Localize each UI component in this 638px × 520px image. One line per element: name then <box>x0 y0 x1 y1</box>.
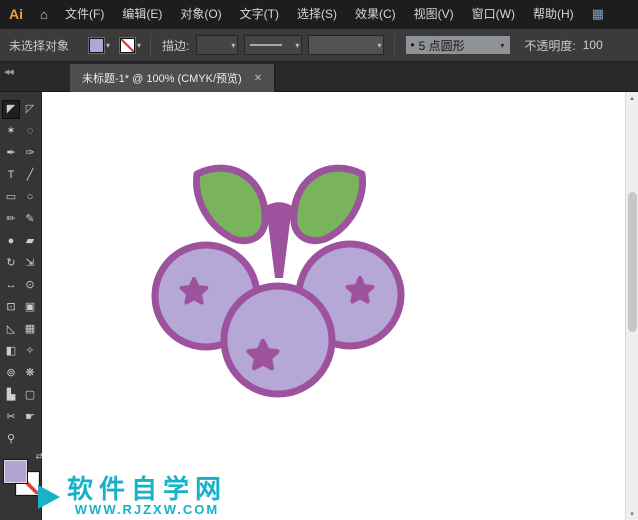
rectangle-tool[interactable]: ▭ <box>3 189 19 206</box>
berry-front[interactable] <box>220 282 336 398</box>
watermark-site-name: 软件自学网 <box>67 474 228 504</box>
pencil-tool[interactable]: ✎ <box>22 211 38 228</box>
stroke-profile-dropdown[interactable]: ▾ <box>244 35 303 55</box>
type-tool[interactable]: T <box>3 167 19 184</box>
control-bar: 未选择对象 ▾ ▾ 描边: ▾ ▾ ▾ • 5 点圆形 ▾ 不透明度: 100 <box>0 28 638 62</box>
eyedropper-tool[interactable]: ✧ <box>22 343 38 360</box>
scrollbar-thumb[interactable] <box>628 192 637 332</box>
width-tool[interactable]: ↔ <box>3 277 19 294</box>
slice-tool[interactable]: ✂ <box>3 409 19 426</box>
stroke-profile-preview <box>250 44 283 46</box>
brush-name: 5 点圆形 <box>418 38 465 53</box>
paintbrush-tool[interactable]: ✏ <box>3 211 19 228</box>
tab-bar: ◀◀ 未标题-1* @ 100% (CMYK/预览) ✕ <box>0 62 638 92</box>
menu-bar: Ai ⌂ 文件(F) 编辑(E) 对象(O) 文字(T) 选择(S) 效果(C)… <box>0 0 638 28</box>
caret-down-icon: ▾ <box>377 40 382 50</box>
caret-down-icon: ▾ <box>295 40 300 50</box>
stem <box>266 202 292 278</box>
caret-down-icon[interactable]: ▾ <box>137 41 141 50</box>
watermark-text: 软件自学网 WWW.RJZXW.COM <box>67 476 227 517</box>
selection-status: 未选择对象 <box>9 38 70 53</box>
stroke-color-swatch[interactable] <box>119 36 137 54</box>
symbol-sprayer-tool[interactable]: ❋ <box>22 365 38 382</box>
direct-selection-tool[interactable]: ◸ <box>22 101 38 118</box>
tools-panel: ◤ ◸ ✶ ◌ ✒ ✑ T ╱ ▭ ○ ✏ ✎ ● ▰ ↻ ⇲ ↔ ⊙ ⊡ ▣ … <box>0 92 43 520</box>
free-transform-tool[interactable]: ⊡ <box>3 299 19 316</box>
separator <box>394 34 396 56</box>
caret-down-icon: ▾ <box>500 40 505 50</box>
scale-tool[interactable]: ⇲ <box>22 255 38 272</box>
collapse-panel-icon[interactable]: ◀◀ <box>4 68 14 76</box>
puppet-warp-tool[interactable]: ⊙ <box>22 277 38 294</box>
style-dropdown[interactable]: ▾ <box>308 35 385 55</box>
watermark-logo-icon <box>38 484 60 509</box>
gradient-tool[interactable]: ◧ <box>3 343 19 360</box>
menu-item-select[interactable]: 选择(S) <box>288 0 346 28</box>
menu-item-view[interactable]: 视图(V) <box>405 0 463 28</box>
fill-color-swatch[interactable] <box>88 36 106 54</box>
separator <box>150 34 152 56</box>
curvature-tool[interactable]: ✑ <box>22 145 38 162</box>
menu-item-effect[interactable]: 效果(C) <box>346 0 405 28</box>
menu-item-object[interactable]: 对象(O) <box>171 0 230 28</box>
fill-swatch[interactable] <box>3 459 28 484</box>
watermark: 软件自学网 WWW.RJZXW.COM <box>36 476 227 517</box>
menu-item-type[interactable]: 文字(T) <box>231 0 288 28</box>
artboard-tool[interactable]: ▢ <box>22 387 38 404</box>
leaf-right[interactable] <box>290 164 366 245</box>
blend-tool[interactable]: ⊚ <box>3 365 19 382</box>
stroke-weight-dropdown[interactable]: ▾ <box>196 35 239 55</box>
zoom-tool[interactable]: ⚲ <box>3 431 19 448</box>
menu-item-window[interactable]: 窗口(W) <box>463 0 524 28</box>
home-icon[interactable]: ⌂ <box>32 7 56 22</box>
leaf-left[interactable] <box>193 164 269 245</box>
opacity-value[interactable]: 100 <box>583 38 603 52</box>
lasso-tool[interactable]: ◌ <box>22 123 38 140</box>
scroll-up-icon[interactable]: ▴ <box>626 94 638 102</box>
rotate-tool[interactable]: ↻ <box>3 255 19 272</box>
line-segment-tool[interactable]: ╱ <box>22 167 38 184</box>
caret-down-icon: ▾ <box>231 40 236 50</box>
pen-tool[interactable]: ✒ <box>3 145 19 162</box>
document-tab[interactable]: 未标题-1* @ 100% (CMYK/预览) ✕ <box>70 64 276 92</box>
canvas[interactable] <box>42 92 625 520</box>
mesh-tool[interactable]: ▦ <box>22 321 38 338</box>
watermark-site-url: WWW.RJZXW.COM <box>74 502 220 517</box>
close-tab-icon[interactable]: ✕ <box>254 73 262 84</box>
document-tab-title: 未标题-1* @ 100% (CMYK/预览) <box>82 73 242 85</box>
shape-builder-tool[interactable]: ▣ <box>22 299 38 316</box>
scroll-down-icon[interactable]: ▾ <box>626 510 638 518</box>
magic-wand-tool[interactable]: ✶ <box>3 123 19 140</box>
eraser-tool[interactable]: ▰ <box>22 233 38 250</box>
selection-tool[interactable]: ◤ <box>2 100 20 119</box>
stroke-label: 描边: <box>162 38 190 53</box>
hand-tool[interactable]: ☛ <box>22 409 38 426</box>
blueberry-artwork <box>151 164 405 398</box>
menu-item-edit[interactable]: 编辑(E) <box>113 0 171 28</box>
opacity-label: 不透明度: <box>524 38 576 53</box>
illustrator-window: Ai ⌂ 文件(F) 编辑(E) 对象(O) 文字(T) 选择(S) 效果(C)… <box>0 0 638 520</box>
tools-grid: ◤ ◸ ✶ ◌ ✒ ✑ T ╱ ▭ ○ ✏ ✎ ● ▰ ↻ ⇲ ↔ ⊙ ⊡ ▣ … <box>0 92 41 448</box>
menu-item-file[interactable]: 文件(F) <box>56 0 113 28</box>
workspace-switcher-icon[interactable]: ▦ <box>592 6 604 22</box>
ellipse-tool[interactable]: ○ <box>22 189 38 206</box>
perspective-grid-tool[interactable]: ◺ <box>3 321 19 338</box>
vertical-scrollbar[interactable]: ▴ ▾ <box>625 92 638 520</box>
brush-definition-dropdown[interactable]: • 5 点圆形 ▾ <box>405 35 512 55</box>
brush-bullet-icon: • <box>410 38 415 52</box>
column-graph-tool[interactable]: ▙ <box>3 387 19 404</box>
menu-item-help[interactable]: 帮助(H) <box>524 0 583 28</box>
blob-brush-tool[interactable]: ● <box>3 233 19 250</box>
caret-down-icon[interactable]: ▾ <box>106 41 110 50</box>
app-logo[interactable]: Ai <box>0 6 32 22</box>
